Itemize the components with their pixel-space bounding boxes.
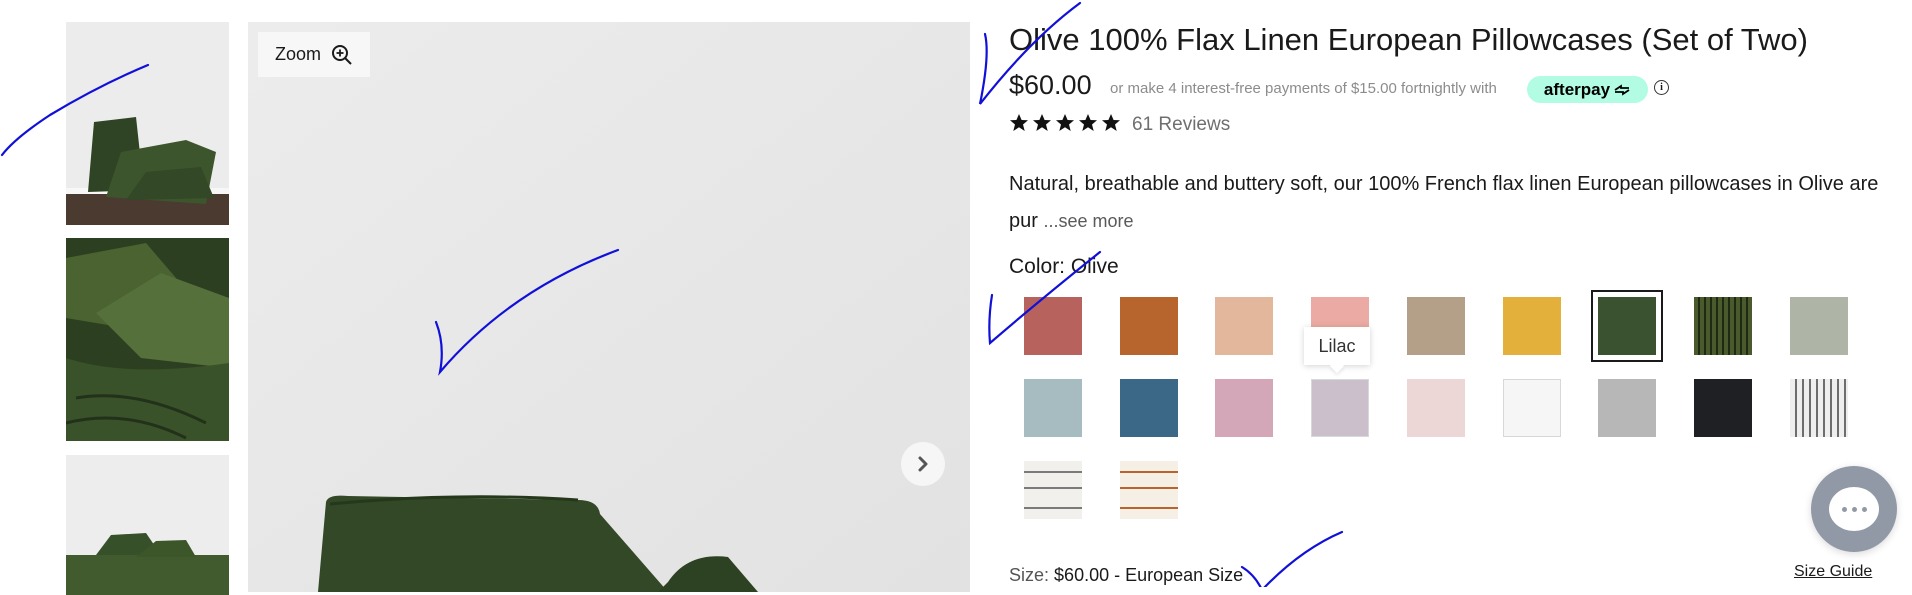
swatch-white[interactable] [1502,379,1561,437]
product-title: Olive 100% Flax Linen European Pillowcas… [1009,22,1808,57]
swatch-olive[interactable] [1591,290,1664,362]
afterpay-arrows-icon [1614,83,1630,96]
thumbnail-1[interactable] [66,22,229,225]
chat-button[interactable] [1811,466,1897,552]
afterpay-logo-text: afterpay [1543,79,1611,99]
thumbnail-image [66,22,229,225]
thumbnail-3[interactable] [66,455,229,595]
see-more-link[interactable]: ...see more [1043,211,1133,231]
size-guide-link[interactable]: Size Guide [1794,563,1872,581]
star-rating [1009,113,1121,133]
main-product-image[interactable]: Zoom [248,22,970,592]
swatch-grey-stripe[interactable] [1024,461,1082,519]
chevron-right-icon [918,456,928,472]
zoom-label: Zoom [274,44,321,64]
product-price: $60.00 [1009,70,1092,100]
swatch-taupe[interactable] [1406,297,1465,355]
swatch-sage[interactable] [1789,297,1848,355]
reviews-link[interactable]: 61 Reviews [1132,114,1230,136]
checkmark-annotation [1240,530,1344,587]
swatch-tooltip: Lilac [1304,327,1370,365]
swatch-blush[interactable] [1406,379,1465,437]
chat-icon [1829,487,1879,531]
star-icon [1056,114,1074,131]
swatch-peach[interactable] [1215,297,1274,355]
swatch-mauve[interactable] [1215,379,1274,437]
thumbnail-image [66,455,229,595]
swatch-lilac[interactable] [1311,379,1370,437]
swatch-orange[interactable] [1119,297,1178,355]
star-icon [1010,114,1028,131]
star-icon [1102,114,1120,131]
size-label: Size: [1009,565,1050,585]
star-icon [1033,114,1051,131]
star-icon [1079,114,1097,131]
afterpay-installments-text: or make 4 interest-free payments of $15.… [1110,80,1497,97]
swatch-seafoam[interactable] [1024,379,1082,437]
zoom-button[interactable]: Zoom [258,32,370,77]
size-value: $60.00 - European Size [1054,565,1244,585]
info-icon[interactable]: i [1654,80,1669,95]
afterpay-logo[interactable]: afterpay [1527,76,1648,103]
thumbnail-2[interactable] [66,238,229,441]
swatch-olive-stripe[interactable] [1693,297,1752,355]
zoom-in-icon [332,44,352,65]
description-text: Natural, breathable and buttery soft, ou… [1009,173,1879,232]
swatch-black[interactable] [1693,379,1752,437]
next-image-button[interactable] [901,442,945,486]
color-label: Color: Olive [1009,255,1119,278]
swatch-grey[interactable] [1598,379,1657,437]
swatch-pinstripe[interactable] [1789,379,1848,437]
thumbnail-image [66,238,229,441]
pillowcase-photo [248,22,970,592]
swatch-blue[interactable] [1119,379,1178,437]
swatch-mustard[interactable] [1502,297,1561,355]
swatch-rust-stripe[interactable] [1119,461,1178,519]
swatch-rust[interactable] [1024,297,1082,355]
size-selection: Size: $60.00 - European Size [1009,565,1243,586]
product-description: Natural, breathable and buttery soft, ou… [1009,166,1889,240]
